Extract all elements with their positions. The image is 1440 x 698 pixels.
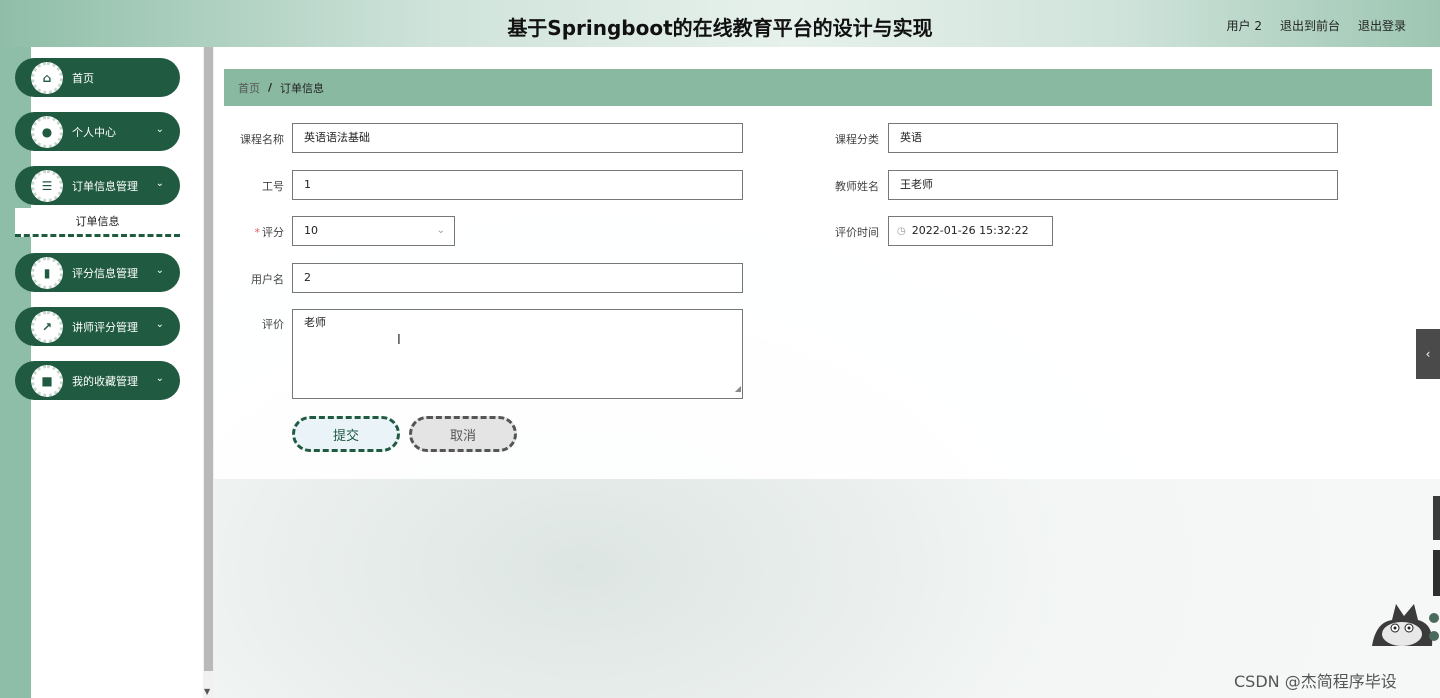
list-icon: ☰ <box>31 169 63 202</box>
side-widget-bar <box>1433 550 1440 596</box>
course-category-input[interactable]: 英语 <box>888 123 1338 153</box>
trend-icon: ↗ <box>31 310 63 343</box>
eval-time-label: 评价时间 <box>835 226 879 239</box>
clock-icon: ◷ <box>897 226 906 237</box>
collapse-panel-button[interactable]: ‹ <box>1416 329 1440 379</box>
current-user-link[interactable]: 用户 2 <box>1227 17 1262 34</box>
breadcrumb-separator: / <box>268 81 273 94</box>
watermark-text: CSDN @杰简程序毕设 <box>1234 672 1397 691</box>
chevron-down-icon: ⌄ <box>155 373 164 384</box>
username-input[interactable]: 2 <box>292 263 743 293</box>
submit-button[interactable]: 提交 <box>292 416 400 452</box>
mascot-cat-icon <box>1372 604 1439 646</box>
header-links: 用户 2 退出到前台 退出登录 <box>1227 17 1406 34</box>
sidebar-scrollbar[interactable]: ▼ <box>203 47 214 698</box>
employee-id-label: 工号 <box>262 180 284 193</box>
username-label: 用户名 <box>251 273 284 286</box>
resize-handle-icon[interactable]: ◢ <box>735 381 741 397</box>
logout-link[interactable]: 退出登录 <box>1358 17 1406 34</box>
eval-time-value: 2022-01-26 15:32:22 <box>911 224 1029 237</box>
sidebar-item-label: 评分信息管理 <box>72 266 138 280</box>
teacher-name-input[interactable]: 王老师 <box>888 170 1338 200</box>
evaluation-text: 老师 <box>304 316 326 329</box>
text-cursor-icon: I <box>397 333 401 348</box>
chevron-down-icon: ⌄ <box>155 124 164 135</box>
chevron-left-icon: ‹ <box>1425 347 1431 361</box>
home-icon: ⌂ <box>31 61 63 94</box>
employee-id-input[interactable]: 1 <box>292 170 743 200</box>
teacher-name-label: 教师姓名 <box>835 180 879 193</box>
chevron-down-icon: ⌄ <box>155 265 164 276</box>
cancel-button[interactable]: 取消 <box>409 416 517 452</box>
breadcrumb-current: 订单信息 <box>280 81 325 95</box>
submenu-order-info[interactable]: 订单信息 <box>15 208 180 237</box>
sidebar-item-order-management[interactable]: ☰ 订单信息管理 ⌄ <box>15 166 180 205</box>
back-to-frontend-link[interactable]: 退出到前台 <box>1280 17 1340 34</box>
user-icon: ● <box>31 115 63 148</box>
chevron-down-icon: ⌄ <box>155 178 164 189</box>
course-name-input[interactable]: 英语语法基础 <box>292 123 743 153</box>
sidebar-item-personal-center[interactable]: ● 个人中心 ⌄ <box>15 112 180 151</box>
evaluation-label: 评价 <box>262 318 284 331</box>
chart-icon: ▮ <box>31 256 63 289</box>
chevron-down-icon: ⌄ <box>436 225 445 236</box>
chevron-down-icon: ⌄ <box>155 319 164 330</box>
score-select[interactable]: 10 ⌄ <box>292 216 455 246</box>
sidebar-item-home[interactable]: ⌂ 首页 <box>15 58 180 97</box>
sidebar-item-label: 首页 <box>72 71 94 85</box>
wallet-icon: ■ <box>31 364 63 397</box>
course-name-label: 课程名称 <box>240 133 284 146</box>
score-label-text: 评分 <box>262 226 284 239</box>
scrollbar-thumb[interactable] <box>204 47 213 671</box>
course-category-label: 课程分类 <box>835 133 879 146</box>
eval-time-picker[interactable]: ◷ 2022-01-26 15:32:22 <box>888 216 1053 246</box>
sidebar-item-label: 我的收藏管理 <box>72 374 138 388</box>
score-selected-value: 10 <box>304 224 318 237</box>
sidebar-item-favorites[interactable]: ■ 我的收藏管理 ⌄ <box>15 361 180 400</box>
breadcrumb-home[interactable]: 首页 <box>238 80 260 96</box>
page-title: 基于Springboot的在线教育平台的设计与实现 <box>507 16 933 40</box>
sidebar-item-label: 讲师评分管理 <box>72 320 138 334</box>
required-mark: * <box>254 226 261 239</box>
top-header: 基于Springboot的在线教育平台的设计与实现 用户 2 退出到前台 退出登… <box>0 0 1440 47</box>
sidebar-item-label: 个人中心 <box>72 125 116 139</box>
evaluation-textarea[interactable]: 老师 ◢ <box>292 309 743 399</box>
main-content: 首页 / 订单信息 课程名称 英语语法基础 课程分类 英语 工号 1 教师姓名 … <box>214 47 1440 698</box>
side-widget-bar <box>1433 496 1440 540</box>
sidebar-item-score-management[interactable]: ▮ 评分信息管理 ⌄ <box>15 253 180 292</box>
breadcrumb: 首页 / 订单信息 <box>224 69 1432 106</box>
sidebar-item-label: 订单信息管理 <box>72 179 138 193</box>
score-label: * 评分 <box>224 224 285 240</box>
sidebar-item-teacher-score[interactable]: ↗ 讲师评分管理 ⌄ <box>15 307 180 346</box>
scroll-down-icon[interactable]: ▼ <box>204 687 210 696</box>
